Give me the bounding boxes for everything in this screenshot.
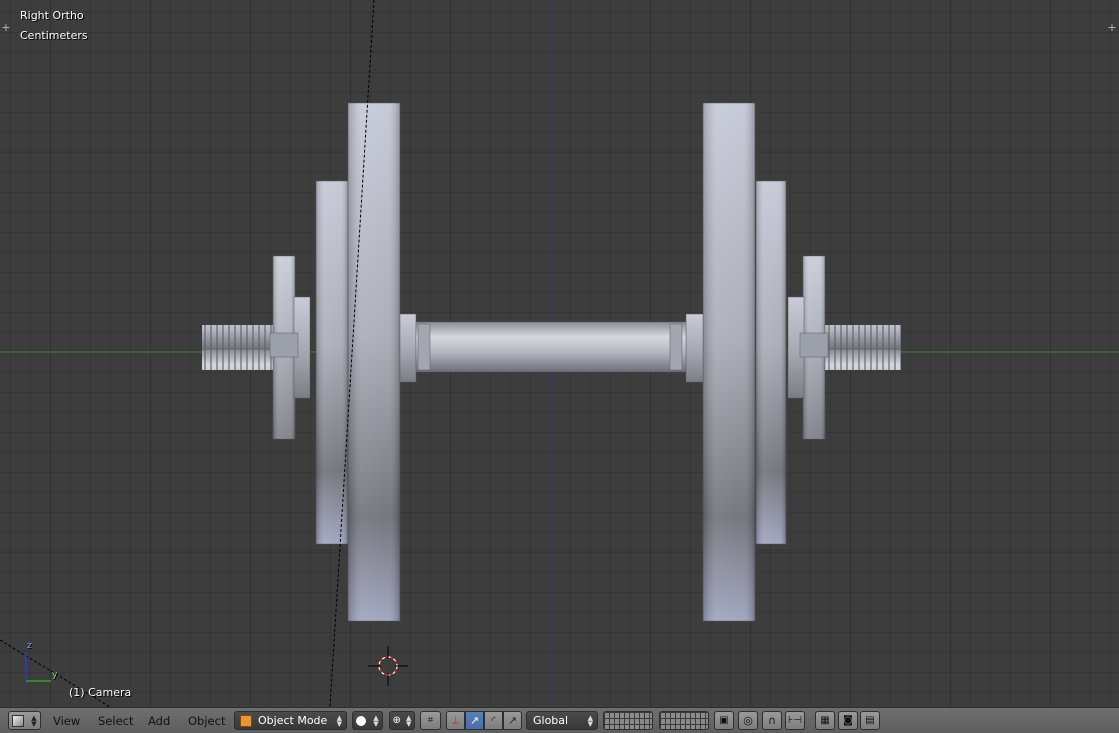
magnet-icon: ∩ bbox=[767, 714, 777, 727]
updown-arrows-icon: ▲ ▼ bbox=[31, 713, 37, 728]
left-nut[interactable] bbox=[269, 255, 311, 440]
scene-canvas bbox=[0, 0, 1119, 707]
left-large-plate[interactable] bbox=[347, 102, 401, 622]
manipulator-group: ⟂ ↗ ◜ ↗ bbox=[446, 711, 522, 730]
editor-type-selector[interactable]: ▲ ▼ bbox=[8, 711, 41, 730]
updown-arrows-icon: ▲ ▼ bbox=[406, 713, 412, 728]
pivot-icon: ⊕ bbox=[392, 715, 401, 726]
scale-arrow-icon: ↗ bbox=[507, 714, 518, 727]
rotate-manipulator-button[interactable]: ◜ bbox=[484, 711, 503, 730]
right-large-plate[interactable] bbox=[702, 102, 756, 622]
pivot-point-selector[interactable]: ⊕ ▲ ▼ bbox=[389, 711, 415, 730]
scale-manipulator-button[interactable]: ↗ bbox=[503, 711, 522, 730]
axis-gizmo bbox=[25, 652, 51, 682]
left-inner-collar[interactable] bbox=[399, 313, 417, 383]
gizmo-z-label: z bbox=[27, 641, 32, 651]
menu-view[interactable]: View bbox=[53, 713, 80, 729]
view-name-label: Right Ortho bbox=[20, 9, 84, 22]
updown-arrows-icon: ▲ ▼ bbox=[336, 713, 342, 728]
units-label: Centimeters bbox=[20, 29, 88, 42]
clapperboard-icon: ▤ bbox=[865, 715, 875, 726]
gizmo-y-label: y bbox=[52, 670, 58, 680]
region-toggle-right-icon[interactable]: + bbox=[1106, 22, 1118, 34]
snap-element-selector[interactable]: ⊦⊣ bbox=[785, 711, 805, 730]
3d-view-header: ▲ ▼ View Select Add Object Object Mode ▲ ▼… bbox=[0, 707, 1119, 733]
right-thread[interactable] bbox=[825, 325, 901, 370]
3d-viewport[interactable]: Right Ortho Centimeters (1) Camera z y +… bbox=[0, 0, 1119, 707]
menu-add[interactable]: Add bbox=[148, 713, 170, 729]
camera-icon: ◙ bbox=[843, 715, 853, 726]
menu-select[interactable]: Select bbox=[98, 713, 133, 729]
lock-layers-button[interactable]: ▣ bbox=[714, 711, 734, 730]
updown-arrows-icon: ▲ ▼ bbox=[373, 713, 379, 728]
active-object-label: (1) Camera bbox=[69, 686, 132, 699]
translate-manipulator-button[interactable]: ↗ bbox=[465, 711, 484, 730]
render-only-button[interactable]: ▦ bbox=[815, 711, 835, 730]
right-inner-collar[interactable] bbox=[685, 313, 704, 383]
snap-increment-icon: ⊦⊣ bbox=[788, 715, 802, 726]
viewport-shading-selector[interactable]: ▲ ▼ bbox=[352, 711, 383, 730]
menu-object[interactable]: Object bbox=[188, 713, 225, 729]
axes-icon: ⟂ bbox=[452, 715, 459, 726]
snap-toggle-button[interactable]: ∩ bbox=[762, 711, 782, 730]
opengl-render-animation-button[interactable]: ▤ bbox=[860, 711, 880, 730]
cube-icon bbox=[12, 714, 25, 727]
layers-grid-1[interactable] bbox=[603, 711, 653, 730]
3d-cursor-icon[interactable] bbox=[368, 646, 408, 686]
region-toggle-left-icon[interactable]: + bbox=[0, 22, 12, 34]
orientation-label: Global bbox=[533, 714, 569, 727]
right-small-plate[interactable] bbox=[755, 180, 787, 545]
object-mode-icon bbox=[240, 714, 252, 727]
manipulator-icon: ⌗ bbox=[427, 715, 434, 726]
grid-icon: ▦ bbox=[820, 715, 830, 726]
layer-lock-icon: ▣ bbox=[719, 715, 729, 726]
left-thread[interactable] bbox=[202, 325, 274, 370]
opengl-render-still-button[interactable]: ◙ bbox=[838, 711, 858, 730]
right-nut[interactable] bbox=[787, 255, 829, 440]
proportional-circle-icon: ◎ bbox=[743, 714, 753, 727]
handle-bar[interactable] bbox=[415, 321, 687, 373]
manipulator-toggle-button[interactable]: ⟂ bbox=[446, 711, 465, 730]
arrow-icon: ↗ bbox=[469, 714, 480, 727]
mode-selector[interactable]: Object Mode ▲ ▼ bbox=[234, 711, 347, 730]
mode-label: Object Mode bbox=[258, 714, 328, 727]
transform-orientation-selector[interactable]: Global ▲ ▼ bbox=[526, 711, 598, 730]
proportional-editing-button[interactable]: ◎ bbox=[738, 711, 758, 730]
manipulate-center-points-button[interactable]: ⌗ bbox=[420, 711, 441, 730]
updown-arrows-icon: ▲ ▼ bbox=[587, 713, 593, 728]
arc-icon: ◜ bbox=[491, 714, 496, 727]
layers-grid-2[interactable] bbox=[659, 711, 709, 730]
solid-sphere-icon bbox=[356, 715, 367, 726]
